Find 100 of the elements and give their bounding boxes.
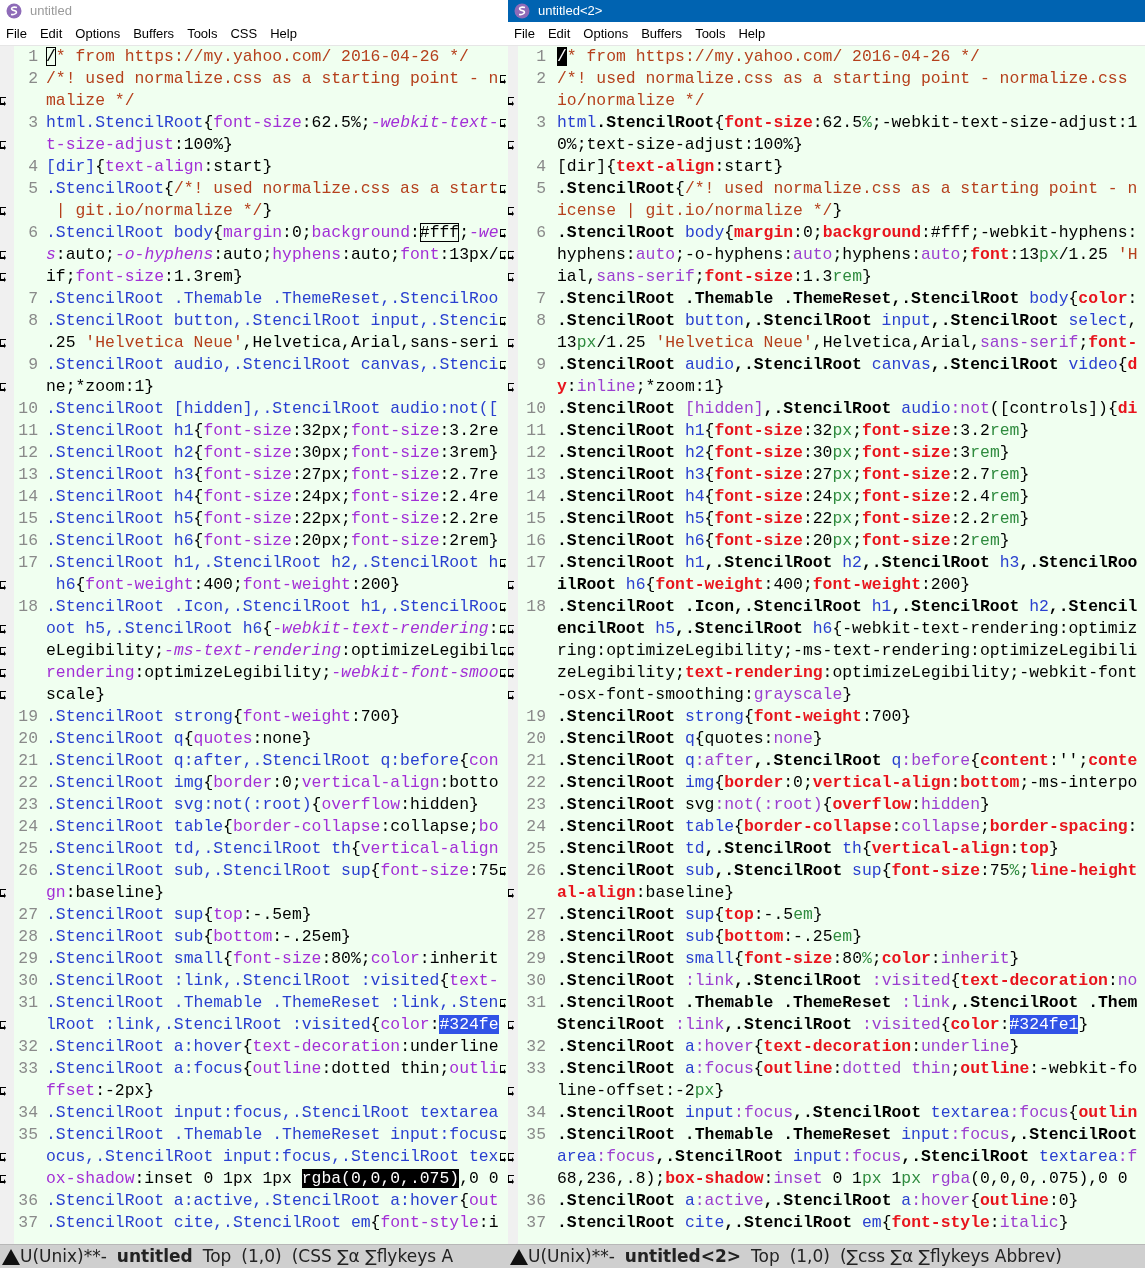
- code-line: ial,sans-serif;font-size:1.3rem}: [557, 266, 872, 288]
- code-line: .StencilRoot q:after,.StencilRoot q:before{con: [46, 750, 499, 772]
- code-line: .StencilRoot sub,.StencilRoot sup{font-size:75%;line-height: [557, 860, 1138, 882]
- menu-item[interactable]: File: [514, 23, 535, 44]
- code-line: .StencilRoot table{border-collapse:collapse;border-spacing:: [557, 816, 1138, 838]
- line-number: 29: [526, 949, 546, 968]
- code-line: rendering:optimizeLegibility;-webkit-font-smoo: [46, 662, 499, 684]
- code-line: .StencilRoot cite,.StencilRoot em{font-style:i: [46, 1212, 499, 1234]
- buffer-name: untitled: [116, 1245, 193, 1268]
- code-line: .StencilRoot img{border:0;vertical-align:bottom;-ms-interpo: [557, 772, 1138, 794]
- wrap-icon: [0, 250, 7, 260]
- code-line: .StencilRoot sub{bottom:-.25em}: [557, 926, 862, 948]
- menu-item[interactable]: File: [6, 23, 27, 44]
- line-number: 5: [28, 179, 38, 198]
- code-line: .StencilRoot [hidden],.StencilRoot audio:not([: [46, 398, 499, 420]
- menu-item[interactable]: Tools: [695, 23, 726, 44]
- code-line: /*! used normalize.css as a starting point - normalize.css: [557, 68, 1128, 90]
- code-line: .StencilRoot sub{bottom:-.25em}: [46, 926, 351, 948]
- line-number: 1: [536, 47, 546, 66]
- code-line: h6{font-weight:400;font-weight:200}: [54, 574, 401, 596]
- line-number: 22: [18, 773, 38, 792]
- line-number: 11: [18, 421, 38, 440]
- menu-item[interactable]: Options: [583, 23, 629, 44]
- line-number: 21: [18, 751, 38, 770]
- wrap-icon: [500, 602, 507, 612]
- app-logo-icon: [6, 3, 22, 19]
- wrap-icon: [508, 1174, 515, 1184]
- menu-item[interactable]: Options: [75, 23, 121, 44]
- code-line: .StencilRoot h1{font-size:32px;font-size:3.2re: [46, 420, 499, 442]
- code-line: /* from https://my.yahoo.com/ 2016-04-26 */: [46, 46, 469, 68]
- code-line: .StencilRoot h4{font-size:24px;font-size:2.4rem}: [557, 486, 1030, 508]
- code-line: lRoot :link,.StencilRoot :visited{color:#324fe: [46, 1014, 499, 1036]
- menu-item[interactable]: Help: [738, 23, 766, 44]
- buffer-name: untitled<2>: [624, 1245, 741, 1268]
- line-number: 28: [18, 927, 38, 946]
- code-line: .StencilRoot a:hover{text-decoration:underline: [46, 1036, 499, 1058]
- line-number: 34: [18, 1103, 38, 1122]
- wrap-icon: [0, 580, 7, 590]
- code-line: /*! used normalize.css as a starting point - n: [46, 68, 499, 90]
- code-line: .StencilRoot svg:not(:root){overflow:hidden}: [557, 794, 990, 816]
- wrap-icon: [0, 272, 7, 282]
- cursor-coordinates: (1,0): [789, 1245, 830, 1268]
- code-line: .StencilRoot audio,.StencilRoot canvas,.StencilRoot video{d: [557, 354, 1138, 376]
- line-number: 10: [18, 399, 38, 418]
- code-line: .StencilRoot .Themable .ThemeReset input:focus: [46, 1124, 499, 1146]
- line-number: 36: [526, 1191, 546, 1210]
- line-number: 12: [526, 443, 546, 462]
- code-line: ne;*zoom:1}: [46, 376, 155, 398]
- line-number: 20: [526, 729, 546, 748]
- code-line: icense | git.io/normalize */}: [557, 200, 843, 222]
- line-number: 28: [526, 927, 546, 946]
- code-line: -osx-font-smoothing:grayscale}: [557, 684, 853, 706]
- code-line: .StencilRoot .Themable .ThemeReset,.StencilRoot body{color:: [557, 288, 1138, 310]
- wrap-icon: [0, 1020, 7, 1030]
- line-number: 9: [536, 355, 546, 374]
- line-number: 21: [526, 751, 546, 770]
- code-line: .StencilRoot body{margin:0;background:#fff;-webkit-hyphens:: [557, 222, 1138, 244]
- wrap-icon: [500, 316, 507, 326]
- line-number: 33: [526, 1059, 546, 1078]
- cursor-coordinates: (1,0): [241, 1245, 282, 1268]
- wrap-icon: [0, 140, 7, 150]
- wrap-icon: [0, 646, 7, 656]
- code-line: .StencilRoot q{quotes:none}: [557, 728, 823, 750]
- line-number: 30: [18, 971, 38, 990]
- code-line: .StencilRoot strong{font-weight:700}: [46, 706, 401, 728]
- menu-item[interactable]: Help: [270, 23, 297, 44]
- code-line: .StencilRoot input:focus,.StencilRoot textarea: [46, 1102, 499, 1124]
- code-line: .StencilRoot table{border-collapse:collapse;bo: [46, 816, 499, 838]
- line-number: 35: [526, 1125, 546, 1144]
- code-line: zeLegibility;text-rendering:optimizeLegibility;-webkit-font: [557, 662, 1138, 684]
- menu-item[interactable]: Tools: [187, 23, 218, 44]
- line-number: 2: [536, 69, 546, 88]
- code-line: .StencilRoot h5{font-size:22px;font-size:2.2re: [46, 508, 499, 530]
- line-number: 26: [18, 861, 38, 880]
- app-logo-icon: [514, 3, 530, 19]
- line-number: 18: [526, 597, 546, 616]
- code-line: 68,236,.8);box-shadow:inset 0 1px 1px rgba(0,0,0,.075),0 0: [557, 1168, 1128, 1190]
- line-number: 10: [526, 399, 546, 418]
- code-line: .StencilRoot h3{font-size:27px;font-size:2.7rem}: [557, 464, 1030, 486]
- menu-item[interactable]: Edit: [547, 23, 571, 44]
- menu-item[interactable]: Buffers: [641, 23, 683, 44]
- wrap-icon: [0, 1174, 7, 1184]
- menu-item[interactable]: Edit: [39, 23, 63, 44]
- wrap-icon: [508, 382, 515, 392]
- wrap-icon: [508, 140, 515, 150]
- wrap-icon: [500, 866, 507, 876]
- line-number: 27: [18, 905, 38, 924]
- line-number: 17: [526, 553, 546, 572]
- line-number: 6: [28, 223, 38, 242]
- line-number: 13: [18, 465, 38, 484]
- code-line: malize */: [46, 90, 135, 112]
- line-number: 31: [526, 993, 546, 1012]
- menu-item[interactable]: CSS: [230, 23, 258, 44]
- line-number: 19: [526, 707, 546, 726]
- code-line: .StencilRoot sub,.StencilRoot sup{font-size:75: [46, 860, 499, 882]
- code-line: .StencilRoot h1,.StencilRoot h2,.StencilRoot h: [46, 552, 499, 574]
- menu-item[interactable]: Buffers: [133, 23, 175, 44]
- wrap-icon: [0, 1152, 7, 1162]
- code-line: hyphens:auto;-o-hyphens:auto;hyphens:auto;font:13px/1.25 'H: [557, 244, 1138, 266]
- code-line: .StencilRoot h1,.StencilRoot h2,.StencilRoot h3,.StencilRoo: [557, 552, 1138, 574]
